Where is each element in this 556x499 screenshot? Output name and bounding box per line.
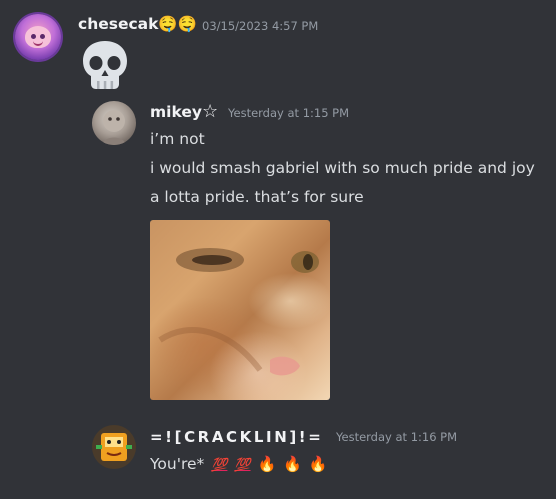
avatar-mouth <box>33 40 43 46</box>
cat-face-drawing <box>158 248 319 376</box>
fire-emoji: 🔥 <box>257 455 277 473</box>
message-line: i’m not <box>150 130 205 148</box>
timestamp: 03/15/2023 4:57 PM <box>202 19 319 33</box>
message-line: i would smash gabriel with so much pride… <box>150 159 535 177</box>
message-line: a lotta pride. that’s for sure <box>150 188 364 206</box>
avatar-mikey[interactable] <box>92 101 136 145</box>
avatar-face <box>25 26 51 48</box>
avatar-figure <box>96 433 132 461</box>
cat-image[interactable] <box>150 220 330 400</box>
hundred-points-emoji: 💯 <box>211 458 228 473</box>
avatar-eye <box>40 34 45 39</box>
timestamp: Yesterday at 1:15 PM <box>228 106 350 120</box>
avatar-eye <box>31 34 36 39</box>
username-mikey[interactable]: mikey <box>150 103 202 121</box>
username-cracklin[interactable]: =![CRACKLIN]!= <box>150 428 323 446</box>
skull-icon <box>83 41 127 89</box>
avatar-figure <box>102 110 126 145</box>
avatar-chesecak[interactable] <box>15 14 61 60</box>
message-line: You're* 💯 💯 🔥 🔥 🔥 <box>150 455 327 473</box>
star-badge-icon: ☆ <box>202 101 219 122</box>
timestamp: Yesterday at 1:16 PM <box>336 430 458 444</box>
fire-emoji: 🔥 <box>308 455 328 473</box>
username-chesecak[interactable]: chesecak🤤🤤 <box>78 15 197 33</box>
message-text: You're* <box>150 455 205 473</box>
hundred-points-emoji: 💯 <box>234 458 251 473</box>
avatar-cracklin[interactable] <box>92 425 136 469</box>
fire-emoji: 🔥 <box>283 455 302 473</box>
